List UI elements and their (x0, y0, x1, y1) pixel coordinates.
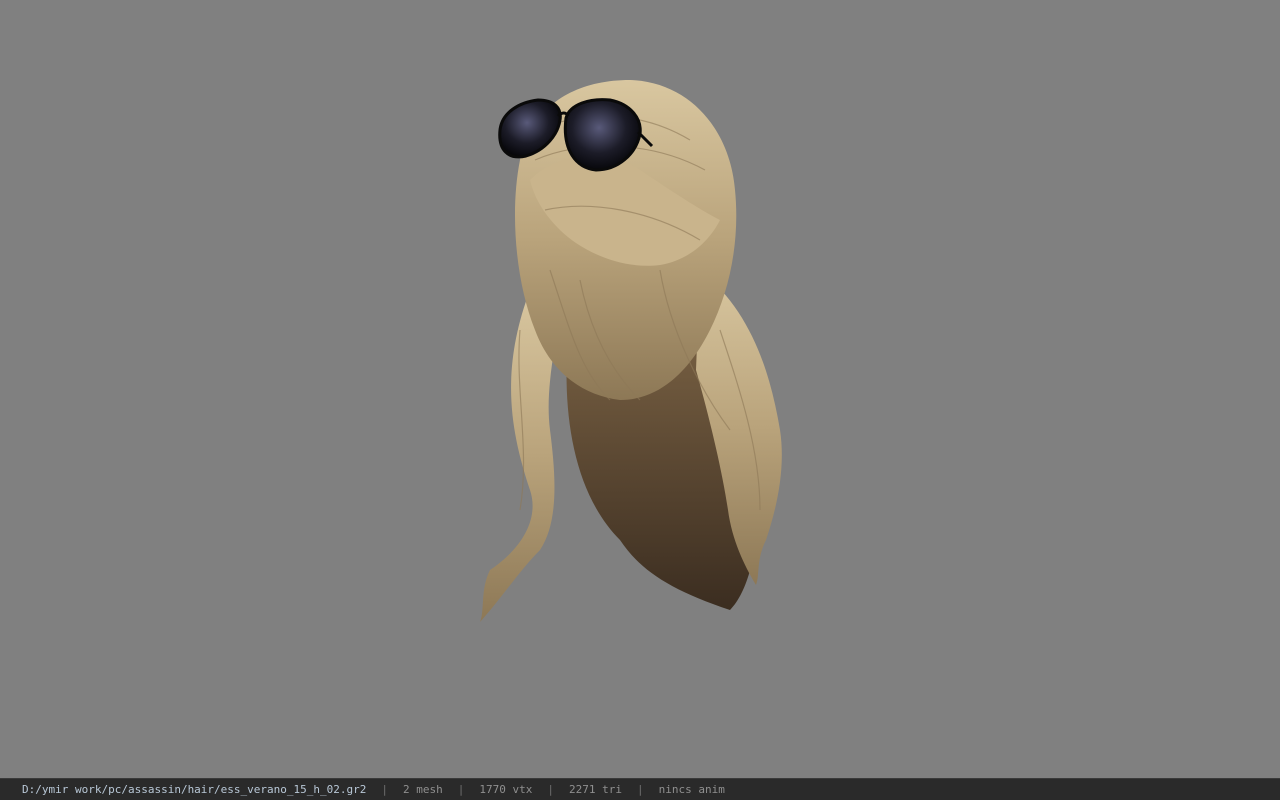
vertex-count: 1770 vtx (479, 783, 533, 796)
file-path: D:/ymir work/pc/assassin/hair/ess_verano… (22, 783, 367, 796)
hair-model-render (480, 80, 782, 622)
mesh-count: 2 mesh (403, 783, 443, 796)
status-bar: D:/ymir work/pc/assassin/hair/ess_verano… (0, 778, 1280, 800)
animation-status: nincs anim (658, 783, 725, 796)
triangle-count: 2271 tri (568, 783, 622, 796)
separator: | (636, 783, 644, 796)
3d-viewport[interactable] (0, 0, 1280, 778)
separator: | (457, 783, 465, 796)
separator: | (547, 783, 554, 796)
separator: | (381, 783, 388, 796)
